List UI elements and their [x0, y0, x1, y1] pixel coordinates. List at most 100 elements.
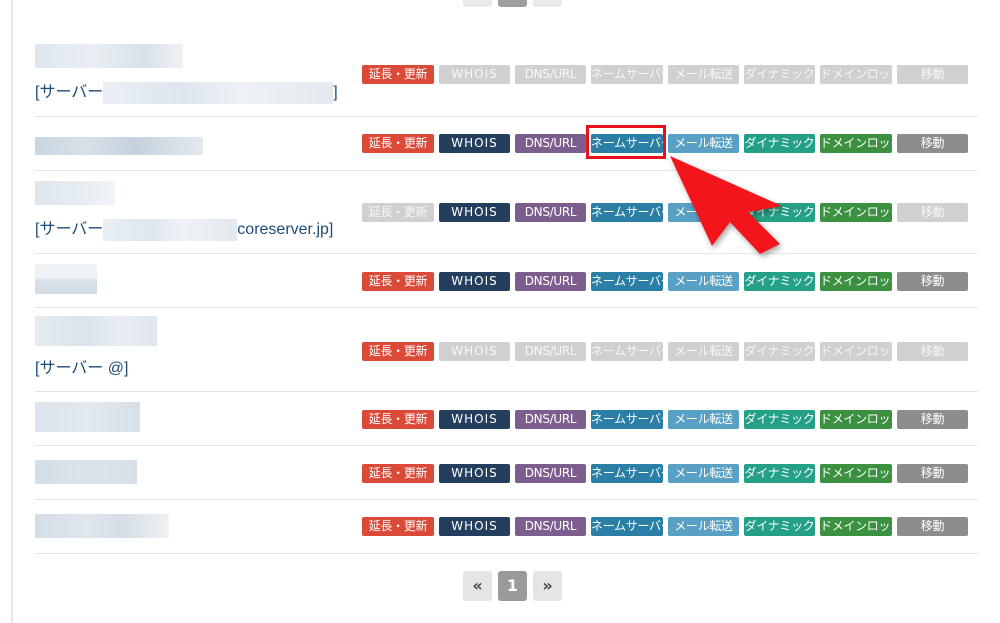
mail-forward-button[interactable]: メール転送	[668, 134, 739, 153]
domain-name-redacted[interactable]	[35, 181, 115, 205]
extend-button[interactable]: 延長・更新	[362, 272, 434, 291]
domain-name-redacted[interactable]	[35, 514, 169, 538]
extend-button[interactable]: 延長・更新	[362, 517, 434, 536]
extend-button[interactable]: 延長・更新	[362, 65, 434, 84]
move-button: 移動	[897, 342, 968, 361]
server-label: [サーバー]	[35, 78, 338, 104]
domain-actions: 延長・更新 WHOIS DNS/URL ネームサーバー メール転送 ダイナミック…	[362, 134, 968, 153]
dns-url-button[interactable]: DNS/URL	[515, 272, 586, 291]
mail-forward-button[interactable]: メール転送	[668, 203, 739, 222]
dynamic-dns-button: ダイナミック	[744, 342, 815, 361]
extend-button[interactable]: 延長・更新	[362, 134, 434, 153]
dns-url-button: DNS/URL	[515, 342, 586, 361]
domain-row-8: 延長・更新 WHOIS DNS/URL ネームサーバー メール転送 ダイナミック…	[35, 500, 978, 554]
nameserver-button[interactable]: ネームサーバー	[591, 134, 663, 153]
pagination: « 1 »	[463, 571, 562, 601]
dns-url-button[interactable]: DNS/URL	[515, 464, 586, 483]
server-label-suffix: coreserver.jp]	[237, 221, 334, 238]
whois-button[interactable]: WHOIS	[439, 272, 510, 291]
domain-actions: 延長・更新 WHOIS DNS/URL ネームサーバー メール転送 ダイナミック…	[362, 272, 968, 291]
server-label: [サーバー coreserver.jp]	[35, 215, 333, 241]
domain-actions: 延長・更新 WHOIS DNS/URL ネームサーバー メール転送 ダイナミック…	[362, 410, 968, 429]
whois-button[interactable]: WHOIS	[439, 203, 510, 222]
pagination-page-1[interactable]: 1	[498, 571, 527, 601]
extend-button[interactable]: 延長・更新	[362, 410, 434, 429]
domain-lock-button[interactable]: ドメインロック	[820, 272, 892, 291]
domain-actions: 延長・更新 WHOIS DNS/URL ネームサーバー メール転送 ダイナミック…	[362, 342, 968, 361]
domain-lock-button[interactable]: ドメインロック	[820, 464, 892, 483]
move-button[interactable]: 移動	[897, 464, 968, 483]
domain-lock-button: ドメインロック	[820, 65, 892, 84]
domain-row-7: 延長・更新 WHOIS DNS/URL ネームサーバー メール転送 ダイナミック…	[35, 446, 978, 500]
domain-row-1: [サーバー] 延長・更新 WHOIS DNS/URL ネームサーバー メール転送…	[35, 40, 978, 117]
whois-button[interactable]: WHOIS	[439, 410, 510, 429]
whois-button: WHOIS	[439, 65, 510, 84]
whois-button[interactable]: WHOIS	[439, 134, 510, 153]
move-button[interactable]: 移動	[897, 410, 968, 429]
move-button[interactable]: 移動	[897, 517, 968, 536]
top-pagination-current[interactable]	[498, 0, 527, 7]
nameserver-button: ネームサーバー	[591, 342, 663, 361]
dns-url-button[interactable]: DNS/URL	[515, 134, 586, 153]
nameserver-button[interactable]: ネームサーバー	[591, 517, 663, 536]
nameserver-button[interactable]: ネームサーバー	[591, 410, 663, 429]
domain-row-2: 延長・更新 WHOIS DNS/URL ネームサーバー メール転送 ダイナミック…	[35, 117, 978, 171]
dynamic-dns-button: ダイナミック	[744, 65, 815, 84]
whois-button[interactable]: WHOIS	[439, 517, 510, 536]
whois-button: WHOIS	[439, 342, 510, 361]
domain-name-redacted[interactable]	[35, 137, 203, 155]
server-name-redacted	[103, 81, 334, 104]
extend-button[interactable]: 延長・更新	[362, 464, 434, 483]
extend-button: 延長・更新	[362, 203, 434, 222]
nameserver-button[interactable]: ネームサーバー	[591, 203, 663, 222]
domain-row-3: [サーバー coreserver.jp] 延長・更新 WHOIS DNS/URL …	[35, 171, 978, 254]
top-pagination-next[interactable]	[533, 0, 562, 7]
top-pagination	[463, 0, 562, 7]
dns-url-button: DNS/URL	[515, 65, 586, 84]
whois-button[interactable]: WHOIS	[439, 464, 510, 483]
mail-forward-button: メール転送	[668, 342, 739, 361]
mail-forward-button[interactable]: メール転送	[668, 272, 739, 291]
domain-lock-button[interactable]: ドメインロック	[820, 203, 892, 222]
top-pagination-prev[interactable]	[463, 0, 492, 7]
domain-row-4: 延長・更新 WHOIS DNS/URL ネームサーバー メール転送 ダイナミック…	[35, 254, 978, 308]
dns-url-button[interactable]: DNS/URL	[515, 517, 586, 536]
domain-list-page: [サーバー] 延長・更新 WHOIS DNS/URL ネームサーバー メール転送…	[0, 0, 1000, 623]
move-button[interactable]: 移動	[897, 272, 968, 291]
dynamic-dns-button[interactable]: ダイナミック	[744, 464, 815, 483]
domain-name-redacted[interactable]	[35, 264, 97, 294]
dynamic-dns-button[interactable]: ダイナミック	[744, 517, 815, 536]
server-label: [サーバー @]	[35, 354, 128, 378]
mail-forward-button[interactable]: メール転送	[668, 464, 739, 483]
dynamic-dns-button[interactable]: ダイナミック	[744, 134, 815, 153]
nameserver-button: ネームサーバー	[591, 65, 663, 84]
mail-forward-button[interactable]: メール転送	[668, 517, 739, 536]
domain-name-redacted[interactable]	[35, 44, 183, 68]
domain-actions: 延長・更新 WHOIS DNS/URL ネームサーバー メール転送 ダイナミック…	[362, 464, 968, 483]
dynamic-dns-button[interactable]: ダイナミック	[744, 410, 815, 429]
mail-forward-button: メール転送	[668, 65, 739, 84]
server-label-prefix: [サーバー	[35, 221, 104, 238]
domain-name-redacted[interactable]	[35, 460, 137, 484]
dns-url-button[interactable]: DNS/URL	[515, 203, 586, 222]
move-button: 移動	[897, 203, 968, 222]
domain-name-redacted[interactable]	[35, 316, 157, 346]
domain-name-redacted[interactable]	[35, 402, 140, 432]
domain-actions: 延長・更新 WHOIS DNS/URL ネームサーバー メール転送 ダイナミック…	[362, 65, 968, 84]
nameserver-button[interactable]: ネームサーバー	[591, 464, 663, 483]
extend-button[interactable]: 延長・更新	[362, 342, 434, 361]
dns-url-button[interactable]: DNS/URL	[515, 410, 586, 429]
nameserver-button[interactable]: ネームサーバー	[591, 272, 663, 291]
domain-row-6: 延長・更新 WHOIS DNS/URL ネームサーバー メール転送 ダイナミック…	[35, 392, 978, 446]
domain-row-5: [サーバー @] 延長・更新 WHOIS DNS/URL ネームサーバー メール…	[35, 308, 978, 392]
dynamic-dns-button[interactable]: ダイナミック	[744, 203, 815, 222]
domain-lock-button[interactable]: ドメインロック	[820, 134, 892, 153]
pagination-next-button[interactable]: »	[533, 571, 562, 601]
pagination-prev-button[interactable]: «	[463, 571, 492, 601]
domain-lock-button[interactable]: ドメインロック	[820, 410, 892, 429]
mail-forward-button[interactable]: メール転送	[668, 410, 739, 429]
domain-lock-button[interactable]: ドメインロック	[820, 517, 892, 536]
move-button[interactable]: 移動	[897, 134, 968, 153]
dynamic-dns-button[interactable]: ダイナミック	[744, 272, 815, 291]
domain-actions: 延長・更新 WHOIS DNS/URL ネームサーバー メール転送 ダイナミック…	[362, 517, 968, 536]
